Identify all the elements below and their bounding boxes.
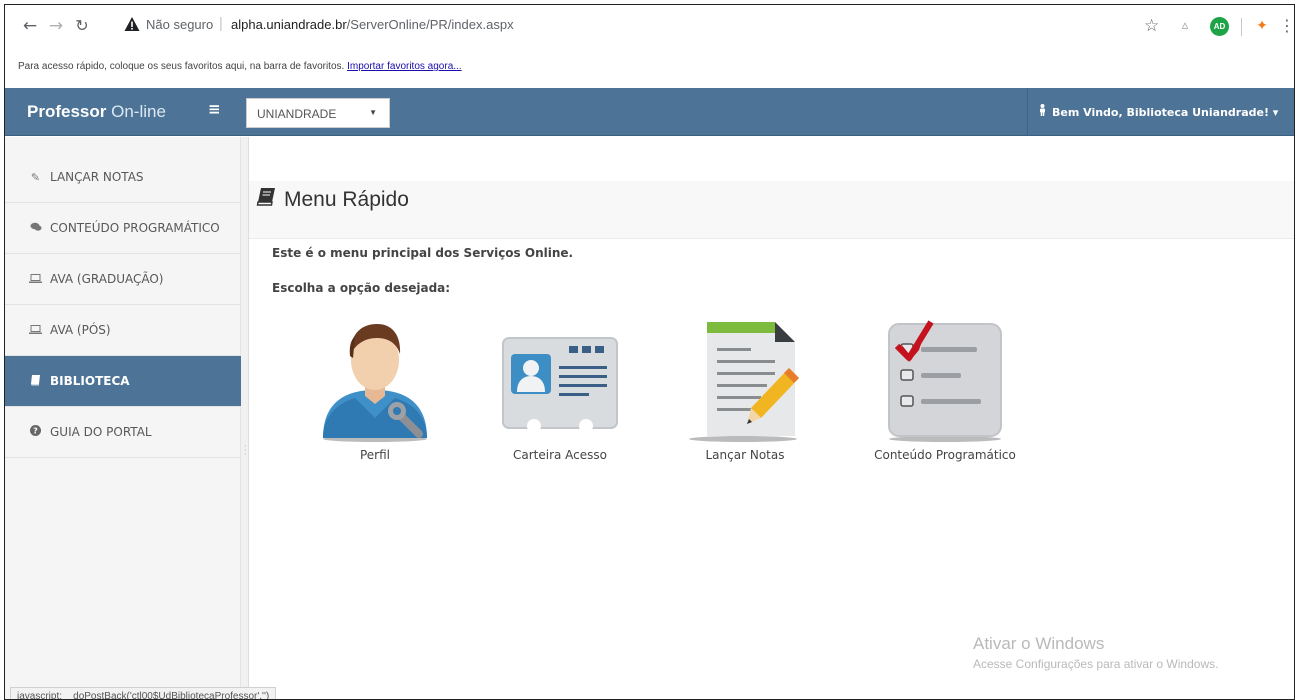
sidebar-item-biblioteca[interactable]: BIBLIOTECA: [5, 356, 241, 407]
brand-bold: Professor: [27, 102, 107, 121]
intro-text: Este é o menu principal dos Serviços Onl…: [272, 246, 574, 260]
status-bar: javascript:__doPostBack('ctl00$UdBibliot…: [10, 687, 277, 699]
svg-text:?: ?: [33, 427, 38, 436]
hamburger-menu-icon[interactable]: ≡: [208, 102, 224, 117]
laptop-icon: [29, 273, 42, 286]
sidebar-item-conteudo-programatico[interactable]: CONTEÚDO PROGRAMÁTICO: [5, 203, 241, 254]
book-icon: [29, 374, 42, 389]
tile-lancar-notas[interactable]: Lançar Notas: [680, 318, 810, 462]
avast-extension-icon[interactable]: ✦: [1253, 15, 1271, 37]
welcome-text: Bem Vindo, Biblioteca Uniandrade! ▾: [1052, 106, 1279, 119]
navbar-divider: [1027, 88, 1028, 136]
institution-selected: UNIANDRADE: [257, 107, 337, 121]
notes-document-icon: [689, 322, 799, 442]
institution-select[interactable]: UNIANDRADE ▼: [246, 98, 390, 128]
windows-activation-watermark: Ativar o Windows Acesse Configurações pa…: [973, 634, 1218, 671]
watermark-title: Ativar o Windows: [973, 634, 1105, 653]
user-menu[interactable]: Bem Vindo, Biblioteca Uniandrade! ▾: [1038, 104, 1278, 119]
back-arrow-icon[interactable]: ←: [19, 15, 41, 37]
tile-label: Lançar Notas: [705, 448, 785, 462]
grip-icon: · · ·: [244, 442, 247, 459]
tile-label: Conteúdo Programático: [874, 448, 1016, 462]
sidebar-item-label: AVA (GRADUAÇÃO): [50, 272, 164, 286]
profile-icon: [323, 324, 427, 442]
top-navbar: Professor On-line ≡ UNIANDRADE ▼ Bem Vin…: [5, 88, 1294, 136]
caret-down-icon: ▼: [369, 108, 377, 117]
sidebar-item-label: CONTEÚDO PROGRAMÁTICO: [50, 221, 220, 235]
adblock-extension-icon[interactable]: AD: [1210, 17, 1229, 36]
url-separator: |: [219, 15, 223, 32]
address-bar[interactable]: alpha.uniandrade.br/ServerOnline/PR/inde…: [231, 17, 514, 32]
reload-icon[interactable]: ↻: [71, 15, 93, 37]
sidebar-resize-handle[interactable]: [241, 137, 249, 699]
page-title-text: Menu Rápido: [284, 187, 409, 211]
brand-rest: On-line: [111, 102, 166, 121]
watermark-subtitle: Acesse Configurações para ativar o Windo…: [973, 657, 1219, 671]
tile-label: Perfil: [359, 448, 391, 462]
bookmark-star-icon[interactable]: ☆: [1144, 15, 1159, 37]
tile-conteudo-programatico[interactable]: Conteúdo Programático: [865, 318, 1025, 462]
url-domain: alpha.uniandrade.br: [231, 17, 347, 32]
forward-arrow-icon[interactable]: →: [45, 15, 67, 37]
security-status[interactable]: Não seguro: [146, 17, 213, 32]
question-circle-icon: ?: [29, 425, 42, 439]
choose-option-text: Escolha a opção desejada:: [272, 281, 451, 295]
sidebar-item-lancar-notas[interactable]: ✎ LANÇAR NOTAS: [5, 152, 241, 203]
sidebar-item-label: BIBLIOTECA: [50, 374, 130, 388]
sidebar-item-ava-pos[interactable]: AVA (PÓS): [5, 305, 241, 356]
browser-menu-icon[interactable]: ⋮: [1279, 15, 1294, 37]
id-card-icon: [502, 337, 618, 433]
bookmark-bar: Para acesso rápido, coloque os seus favo…: [5, 53, 1294, 81]
sidebar-item-ava-graduacao[interactable]: AVA (GRADUAÇÃO): [5, 254, 241, 305]
import-bookmarks-link[interactable]: Importar favoritos agora...: [347, 61, 462, 72]
sidebar-item-guia-do-portal[interactable]: ? GUIA DO PORTAL: [5, 407, 241, 458]
sidebar-item-label: AVA (PÓS): [50, 323, 111, 337]
bookmark-hint: Para acesso rápido, coloque os seus favo…: [18, 61, 345, 72]
tile-label: Carteira Acesso: [512, 448, 607, 462]
checklist-icon: [888, 320, 1002, 442]
brand-logo[interactable]: Professor On-line: [27, 102, 166, 122]
extension-triangle-icon[interactable]: ▵: [1176, 15, 1194, 37]
book-icon: [256, 187, 276, 212]
comments-icon: [29, 222, 42, 235]
user-icon: [1038, 104, 1048, 119]
browser-window: ← → ↻ Não seguro | alpha.uniandrade.br/S…: [4, 4, 1295, 700]
pencil-icon: ✎: [30, 170, 41, 184]
sidebar-item-label: LANÇAR NOTAS: [50, 170, 144, 184]
sidebar-item-label: GUIA DO PORTAL: [50, 425, 152, 439]
laptop-icon: [29, 324, 42, 337]
tile-perfil[interactable]: Perfil: [310, 318, 440, 462]
toolbar-divider: [1241, 18, 1242, 36]
page-title: Menu Rápido: [256, 187, 409, 212]
url-path: /ServerOnline/PR/index.aspx: [346, 17, 514, 32]
browser-toolbar: ← → ↻ Não seguro | alpha.uniandrade.br/S…: [5, 5, 1294, 53]
tile-carteira-acesso[interactable]: Carteira Acesso: [490, 318, 630, 462]
warning-icon[interactable]: [124, 16, 140, 32]
